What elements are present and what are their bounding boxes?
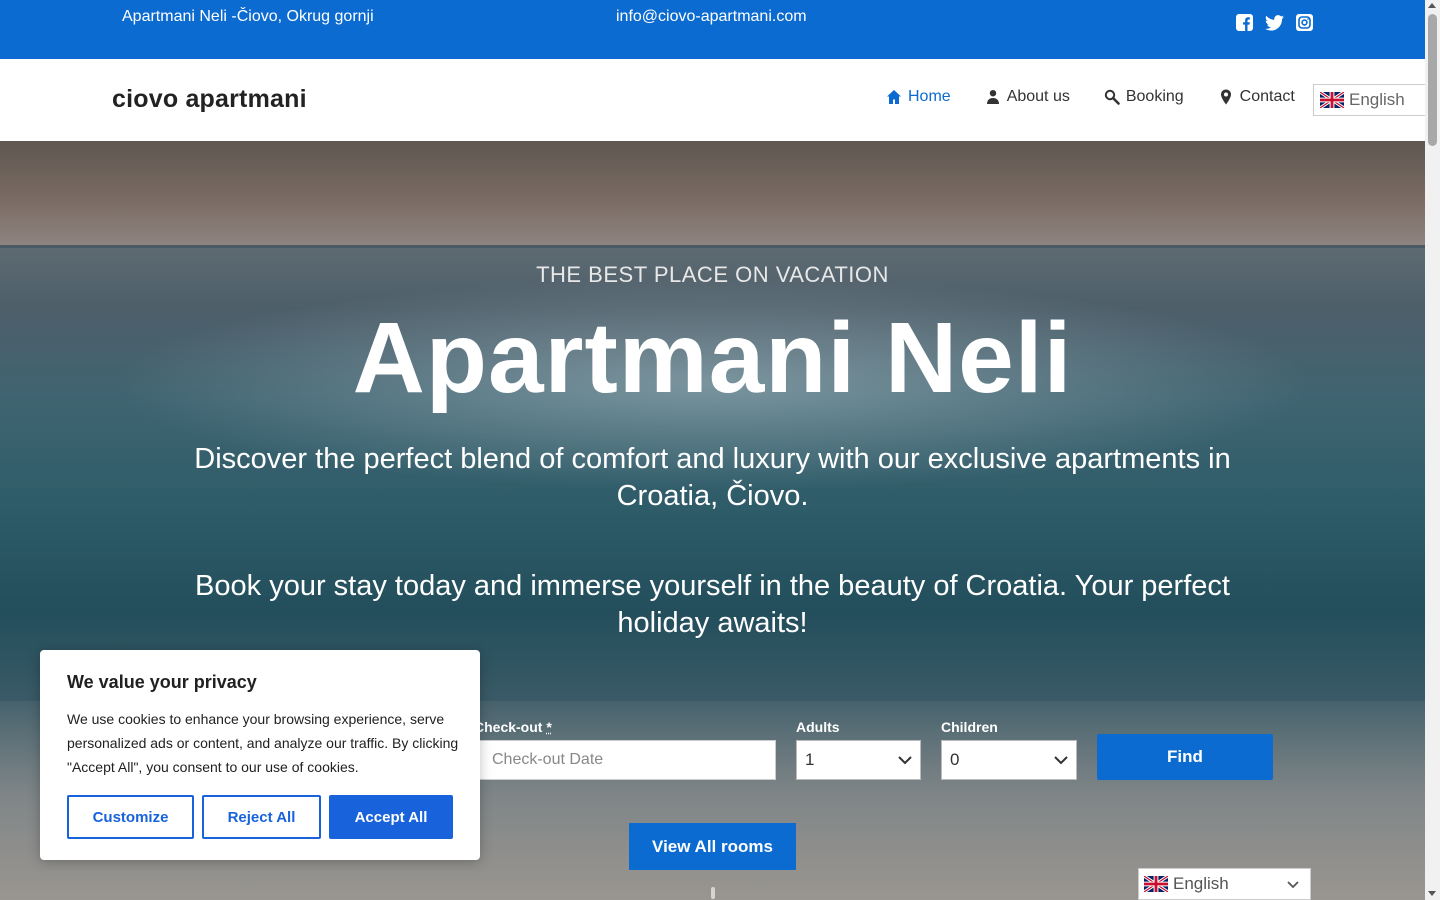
- nav-item-booking[interactable]: Booking: [1104, 88, 1184, 106]
- nav-item-label: About us: [1006, 88, 1070, 105]
- scroll-indicator: [711, 887, 715, 899]
- home-icon: [887, 90, 901, 104]
- top-bar: Apartmani Neli -Čiovo, Okrug gornji info…: [0, 0, 1425, 59]
- map-pin-icon: [1220, 89, 1231, 105]
- nav-item-about-us[interactable]: About us: [985, 88, 1070, 106]
- checkout-date-input[interactable]: Check-out Date: [479, 740, 776, 780]
- accept-all-button[interactable]: Accept All: [329, 795, 453, 839]
- user-icon: [986, 90, 999, 104]
- nav-item-label: Contact: [1239, 88, 1295, 105]
- adults-select[interactable]: 1: [796, 740, 921, 780]
- language-select-header[interactable]: English: [1313, 84, 1427, 116]
- view-all-rooms-button[interactable]: View All rooms: [629, 823, 796, 870]
- chevron-down-icon: [898, 755, 912, 764]
- hero-lead-2: Book your stay today and immerse yoursel…: [195, 570, 1230, 639]
- facebook-icon[interactable]: [1235, 13, 1254, 32]
- scrollbar-thumb[interactable]: [1428, 14, 1437, 146]
- cookie-consent-banner: We value your privacy We use cookies to …: [40, 650, 480, 860]
- hero-eyebrow: THE BEST PLACE ON VACATION: [536, 262, 889, 287]
- chevron-down-icon: [1054, 755, 1068, 764]
- adults-label: Adults: [796, 719, 840, 735]
- scroll-up-arrow[interactable]: [1428, 3, 1436, 8]
- search-icon: [1104, 89, 1120, 105]
- site-logo[interactable]: ciovo apartmani: [112, 85, 307, 114]
- page-scrollbar[interactable]: [1425, 0, 1440, 900]
- main-nav: Home About us Booking Contact: [886, 88, 1329, 106]
- nav-item-home[interactable]: Home: [886, 88, 951, 106]
- site-header: ciovo apartmani Home About us Booking Co…: [0, 59, 1427, 141]
- cookie-title: We value your privacy: [67, 672, 257, 692]
- nav-item-contact[interactable]: Contact: [1218, 88, 1295, 106]
- topbar-address: Apartmani Neli -Čiovo, Okrug gornji: [122, 8, 374, 25]
- chevron-down-icon: [1287, 881, 1299, 889]
- language-label: English: [1349, 90, 1405, 109]
- children-select[interactable]: 0: [941, 740, 1077, 780]
- uk-flag-icon: [1144, 876, 1168, 892]
- scroll-down-arrow[interactable]: [1428, 891, 1436, 896]
- nav-item-label: Booking: [1125, 88, 1184, 105]
- cookie-text: We use cookies to enhance your browsing …: [67, 711, 459, 775]
- nav-item-label: Home: [908, 88, 951, 105]
- children-label: Children: [941, 719, 998, 735]
- social-links: [1235, 13, 1314, 32]
- instagram-icon[interactable]: [1295, 13, 1314, 32]
- language-switcher[interactable]: English: [1138, 868, 1311, 900]
- uk-flag-icon: [1320, 92, 1344, 108]
- reject-all-button[interactable]: Reject All: [202, 795, 321, 839]
- twitter-icon[interactable]: [1265, 13, 1284, 32]
- checkout-label: Check-out *: [474, 719, 552, 735]
- language-switcher-label: English: [1173, 874, 1229, 893]
- hero-lead-1: Discover the perfect blend of comfort an…: [194, 443, 1231, 512]
- hero-title: Apartmani Neli: [352, 302, 1073, 414]
- find-button[interactable]: Find: [1097, 734, 1273, 780]
- topbar-email[interactable]: info@ciovo-apartmani.com: [616, 8, 807, 26]
- customize-button[interactable]: Customize: [67, 795, 194, 839]
